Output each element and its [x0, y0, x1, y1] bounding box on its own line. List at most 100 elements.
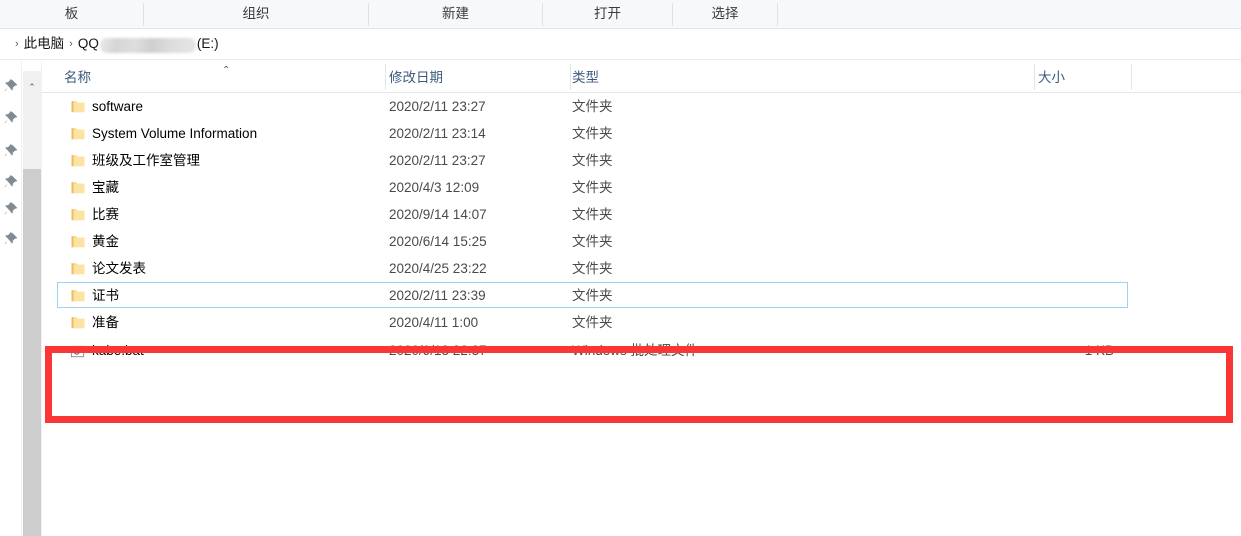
navigation-pin-rail [0, 61, 22, 536]
chevron-right-icon: › [15, 38, 19, 50]
file-size [1022, 147, 1114, 174]
file-date: 2020/2/11 23:14 [389, 126, 486, 141]
file-list-pane: 名称 ⌃ 修改日期 类型 大小 software 2020/2/11 23:27… [42, 61, 1241, 536]
file-name: System Volume Information [92, 126, 258, 141]
folder-icon [70, 260, 87, 277]
file-date: 2020/2/11 23:39 [389, 288, 486, 303]
file-type: 文件夹 [572, 288, 613, 303]
ribbon-bar: 板 组织 新建 打开 选择 [0, 0, 1241, 29]
file-size: 1 KB [1084, 343, 1114, 358]
file-name: 准备 [92, 315, 119, 330]
ribbon-group-organize[interactable]: 组织 [144, 0, 368, 28]
file-rows: software 2020/2/11 23:27 文件夹 System Volu… [42, 93, 1241, 365]
file-date: 2020/9/14 14:07 [389, 207, 487, 222]
pin-icon[interactable] [3, 231, 18, 246]
folder-icon [70, 98, 87, 115]
file-size [1022, 174, 1114, 201]
chevron-right-icon: › [69, 38, 73, 50]
redacted-blur-overlay [99, 37, 196, 53]
file-type: 文件夹 [572, 207, 613, 222]
column-header-name[interactable]: 名称 [64, 61, 91, 92]
table-row[interactable]: 宝藏 2020/4/3 12:09 文件夹 [42, 174, 1241, 201]
file-size [1022, 228, 1114, 255]
column-header-size[interactable]: 大小 [1038, 61, 1065, 92]
file-type: 文件夹 [572, 261, 613, 276]
table-row[interactable]: 黄金 2020/6/14 15:25 文件夹 [42, 228, 1241, 255]
folder-icon [70, 125, 87, 142]
ribbon-group-open[interactable]: 打开 [543, 0, 672, 28]
table-row[interactable]: software 2020/2/11 23:27 文件夹 [42, 93, 1241, 120]
table-row[interactable]: 论文发表 2020/4/25 23:22 文件夹 [42, 255, 1241, 282]
file-date: 2020/2/11 23:27 [389, 153, 486, 168]
file-name: 比赛 [92, 207, 119, 222]
file-type: 文件夹 [572, 315, 613, 330]
breadcrumb[interactable]: › 此电脑 › QQ (E:) [10, 29, 219, 59]
file-type: 文件夹 [572, 99, 613, 114]
address-bar[interactable]: › 此电脑 › QQ (E:) [0, 29, 1241, 60]
pin-icon[interactable] [3, 143, 18, 158]
pin-icon[interactable] [3, 201, 18, 216]
file-type: 文件夹 [572, 234, 613, 249]
file-size [1022, 255, 1114, 282]
file-date: 2020/6/14 15:25 [389, 234, 487, 249]
file-size [1022, 201, 1114, 228]
column-header-date-modified[interactable]: 修改日期 [389, 61, 443, 92]
folder-icon [70, 314, 87, 331]
file-name: 论文发表 [92, 261, 146, 276]
file-type: 文件夹 [572, 153, 613, 168]
ribbon-group-clipboard[interactable]: 板 [0, 0, 143, 28]
sort-ascending-caret-icon: ⌃ [222, 65, 231, 76]
file-type: 文件夹 [572, 126, 613, 141]
table-row[interactable]: 班级及工作室管理 2020/2/11 23:27 文件夹 [42, 147, 1241, 174]
file-date: 2020/4/3 12:09 [389, 180, 480, 195]
file-type: Windows 批处理文件 [572, 343, 699, 358]
file-size [1022, 309, 1114, 336]
file-size [1022, 282, 1114, 309]
ribbon-group-select[interactable]: 选择 [673, 0, 777, 28]
pin-icon[interactable] [3, 174, 18, 189]
ribbon-separator [542, 3, 543, 26]
file-size [1022, 120, 1114, 147]
folder-icon [70, 152, 87, 169]
breadcrumb-item-drive-prefix[interactable]: QQ [78, 29, 99, 59]
column-header-row: 名称 ⌃ 修改日期 类型 大小 [42, 61, 1241, 93]
file-name: 宝藏 [92, 180, 119, 195]
ribbon-separator [143, 3, 144, 26]
breadcrumb-item-drive-letter[interactable]: (E:) [197, 29, 219, 59]
column-divider[interactable] [1131, 64, 1132, 90]
scrollbar-thumb[interactable] [23, 169, 41, 536]
ribbon-separator [368, 3, 369, 26]
folder-icon [70, 287, 87, 304]
file-name: 证书 [92, 288, 119, 303]
scrollbar-up-button[interactable]: ⌃ [23, 71, 41, 169]
file-date: 2020/4/25 23:22 [389, 261, 487, 276]
file-type: 文件夹 [572, 180, 613, 195]
ribbon-separator [672, 3, 673, 26]
chevron-up-icon: ⌃ [28, 82, 36, 92]
file-name: kabe.bat [92, 343, 144, 358]
column-divider[interactable] [570, 64, 571, 90]
table-row[interactable]: System Volume Information 2020/2/11 23:1… [42, 120, 1241, 147]
table-row-selected[interactable]: 证书 2020/2/11 23:39 文件夹 [42, 282, 1241, 309]
column-header-type[interactable]: 类型 [572, 61, 599, 92]
file-name: 黄金 [92, 234, 119, 249]
pin-icon[interactable] [3, 110, 18, 125]
bat-file-icon [70, 344, 87, 361]
table-row[interactable]: kabe.bat 2020/9/13 22:37 Windows 批处理文件 1… [42, 336, 1241, 365]
navigation-scrollbar[interactable]: ⌃ [23, 61, 41, 536]
file-size [1022, 93, 1114, 120]
folder-icon [70, 206, 87, 223]
file-date: 2020/9/13 22:37 [389, 343, 487, 358]
breadcrumb-item-this-pc[interactable]: 此电脑 [24, 29, 65, 59]
table-row[interactable]: 比赛 2020/9/14 14:07 文件夹 [42, 201, 1241, 228]
file-name: software [92, 99, 144, 114]
pin-icon[interactable] [3, 78, 18, 93]
column-divider[interactable] [1034, 64, 1035, 90]
ribbon-group-new[interactable]: 新建 [369, 0, 542, 28]
table-row[interactable]: 准备 2020/4/11 1:00 文件夹 [42, 309, 1241, 336]
column-divider[interactable] [385, 64, 386, 90]
file-date: 2020/4/11 1:00 [389, 315, 479, 330]
ribbon-separator [777, 3, 778, 26]
file-name: 班级及工作室管理 [92, 153, 200, 168]
folder-icon [70, 233, 87, 250]
